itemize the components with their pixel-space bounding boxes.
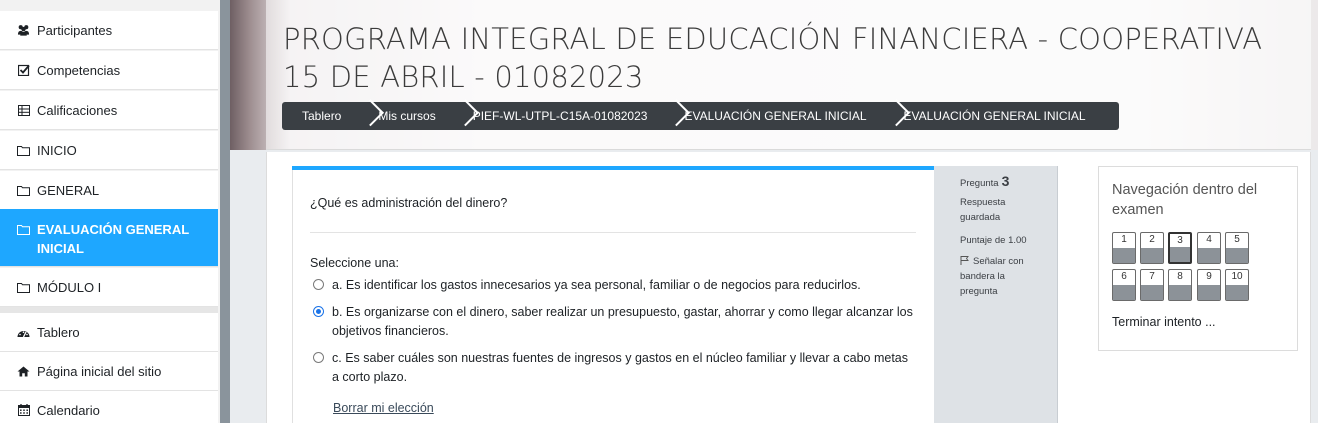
question-number-value: 3 [1001, 173, 1010, 189]
quiz-nav-number: 10 [1231, 271, 1243, 282]
sidebar-item-label: GENERAL [37, 182, 100, 198]
question-number-label: Pregunta [960, 178, 999, 189]
sidebar-item-label: Tablero [37, 324, 80, 340]
calendar-icon [17, 404, 30, 417]
sidebar-item-label: INICIO [37, 142, 77, 158]
answer-option-label: c. Es saber cuáles son nuestras fuentes … [332, 351, 908, 384]
quiz-nav-number: 7 [1149, 271, 1155, 282]
sidebar-item-calendario[interactable]: Calendario [0, 391, 218, 423]
breadcrumb-item-quiz[interactable]: EVALUACIÓN GENERAL INICIAL [884, 102, 1103, 130]
breadcrumb-item-tablero[interactable]: Tablero [282, 102, 358, 130]
sidebar-item-label: Competencias [37, 62, 121, 78]
folder-icon [17, 184, 30, 197]
quiz-nav-number: 2 [1149, 234, 1155, 245]
checkbox-icon [17, 64, 30, 77]
question-number: Pregunta 3 [960, 174, 1057, 191]
breadcrumb-label: PIEF-WL-UTPL-C15A-01082023 [472, 109, 648, 123]
breadcrumb-item-mis-cursos[interactable]: Mis cursos [358, 102, 452, 130]
breadcrumb-item-course[interactable]: PIEF-WL-UTPL-C15A-01082023 [453, 102, 665, 130]
answered-indicator [1226, 248, 1248, 263]
sidebar-item-label: Participantes [37, 22, 113, 38]
sidebar-item-label: MÓDULO I [37, 279, 102, 295]
breadcrumb-label: EVALUACIÓN GENERAL INICIAL [684, 109, 867, 123]
sidebar-item-label: EVALUACIÓN GENERAL INICIAL [37, 222, 189, 256]
folder-icon [17, 144, 30, 157]
radio-button[interactable] [313, 279, 324, 290]
quiz-nav-number: 5 [1234, 234, 1240, 245]
answer-option-label: b. Es organizarse con el dinero, saber r… [332, 305, 913, 338]
sidebar-item-label: Calificaciones [37, 102, 118, 118]
sidebar-item-pagina-inicial[interactable]: Página inicial del sitio [0, 352, 218, 391]
sidebar-item-inicio[interactable]: INICIO [0, 131, 218, 170]
quiz-nav-button-10[interactable]: 10 [1225, 269, 1249, 301]
quiz-nav-number: 4 [1206, 234, 1212, 245]
folder-icon [17, 281, 30, 294]
radio-button[interactable] [313, 352, 324, 363]
breadcrumb-label: Tablero [302, 109, 342, 123]
sidebar-item-modulo-i[interactable]: MÓDULO I [0, 268, 218, 307]
answered-indicator [1113, 248, 1135, 263]
quiz-nav-button-7[interactable]: 7 [1140, 269, 1164, 301]
sidebar-scroll-strip [220, 0, 230, 423]
answered-indicator [1169, 285, 1191, 300]
page-title: PROGRAMA INTEGRAL DE EDUCACIÓN FINANCIER… [283, 22, 1263, 94]
quiz-nav-button-5[interactable]: 5 [1225, 232, 1249, 264]
answered-indicator [1198, 285, 1220, 300]
home-icon [17, 365, 30, 378]
finish-attempt-link[interactable]: Terminar intento ... [1112, 315, 1216, 329]
flag-question-label: Señalar con bandera la pregunta [960, 254, 1024, 299]
sidebar-item-evaluacion-general-inicial[interactable]: EVALUACIÓN GENERAL INICIAL [0, 209, 218, 267]
question-accent-bar [292, 166, 934, 170]
quiz-nav-number: 6 [1121, 271, 1127, 282]
question-status: Respuesta guardada [960, 197, 1006, 223]
answer-option-b[interactable]: b. Es organizarse con el dinero, saber r… [313, 303, 918, 341]
answered-indicator [1170, 247, 1190, 262]
flag-icon [960, 256, 969, 265]
dashboard-icon [17, 326, 30, 339]
answered-indicator [1141, 248, 1163, 263]
question-prompt: Seleccione una: [310, 256, 399, 270]
quiz-nav-button-9[interactable]: 9 [1197, 269, 1221, 301]
breadcrumb-item-section[interactable]: EVALUACIÓN GENERAL INICIAL [664, 102, 883, 130]
answer-option-label: a. Es identificar los gastos innecesario… [332, 278, 861, 292]
answer-option-a[interactable]: a. Es identificar los gastos innecesario… [313, 276, 918, 295]
quiz-nav-button-8[interactable]: 8 [1168, 269, 1192, 301]
breadcrumb-label: EVALUACIÓN GENERAL INICIAL [903, 109, 1086, 123]
folder-icon [17, 223, 30, 236]
table-icon [17, 104, 30, 117]
quiz-nav-button-1[interactable]: 1 [1112, 232, 1136, 264]
clear-choice-link[interactable]: Borrar mi elección [333, 401, 434, 415]
sidebar-item-label: Página inicial del sitio [37, 363, 162, 379]
quiz-navigation-title: Navegación dentro del examen [1112, 182, 1258, 218]
breadcrumb: Tablero Mis cursos PIEF-WL-UTPL-C15A-010… [282, 102, 1119, 130]
radio-button-selected[interactable] [313, 306, 324, 317]
quiz-nav-number: 3 [1177, 235, 1183, 246]
breadcrumb-label: Mis cursos [378, 109, 436, 123]
sidebar-item-tablero[interactable]: Tablero [0, 313, 218, 352]
question-info-panel: Pregunta 3 Respuesta guardada Puntaje de… [934, 166, 1058, 423]
sidebar-item-calificaciones[interactable]: Calificaciones [0, 91, 218, 130]
answer-option-c[interactable]: c. Es saber cuáles son nuestras fuentes … [313, 349, 918, 387]
quiz-nav-number: 8 [1177, 271, 1183, 282]
users-icon [17, 24, 30, 37]
quiz-nav-button-2[interactable]: 2 [1140, 232, 1164, 264]
sidebar-item-participantes[interactable]: Participantes [0, 11, 218, 50]
sidebar-item-competencias[interactable]: Competencias [0, 51, 218, 90]
quiz-nav-number: 9 [1206, 271, 1212, 282]
answered-indicator [1226, 285, 1248, 300]
question-grade: Puntaje de 1.00 [960, 235, 1027, 246]
sidebar-item-label: Calendario [37, 402, 100, 418]
course-index-sidebar: Participantes Competencias Calificacione… [0, 0, 220, 423]
quiz-nav-number: 1 [1121, 234, 1127, 245]
question-divider [310, 232, 916, 233]
answered-indicator [1141, 285, 1163, 300]
question-text: ¿Qué es administración del dinero? [310, 196, 508, 210]
quiz-nav-button-3-current[interactable]: 3 [1168, 232, 1192, 264]
flag-question-button[interactable]: Señalar con bandera la pregunta [960, 254, 1057, 299]
quiz-nav-button-6[interactable]: 6 [1112, 269, 1136, 301]
answered-indicator [1113, 285, 1135, 300]
sidebar-item-general[interactable]: GENERAL [0, 171, 218, 210]
quiz-nav-button-4[interactable]: 4 [1197, 232, 1221, 264]
answered-indicator [1198, 248, 1220, 263]
